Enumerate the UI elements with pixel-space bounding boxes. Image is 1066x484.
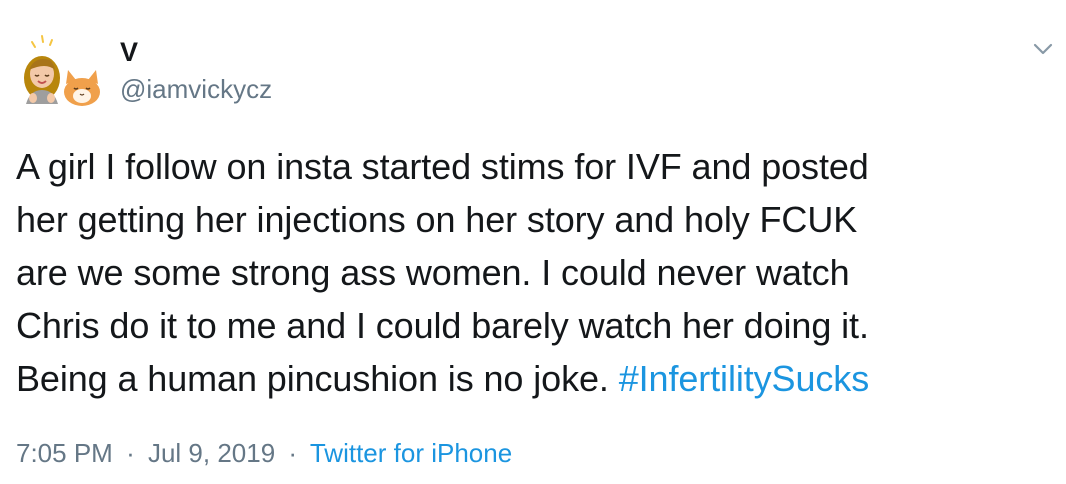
tweet-card: V @iamvickycz A girl I follow on insta s…: [0, 0, 1066, 484]
display-name[interactable]: V: [120, 37, 138, 67]
tweet-time[interactable]: 7:05 PM: [16, 438, 113, 468]
avatar[interactable]: [20, 34, 104, 110]
tweet-metadata: 7:05 PM · Jul 9, 2019 · Twitter for iPho…: [16, 436, 512, 470]
user-handle[interactable]: @iamvickycz: [120, 74, 272, 104]
tweet-date[interactable]: Jul 9, 2019: [148, 438, 275, 468]
tweet-line-last: Being a human pincushion is no joke. #In…: [16, 352, 1046, 405]
tweet-line: Chris do it to me and I could barely wat…: [16, 305, 869, 346]
meta-separator: ·: [288, 438, 298, 468]
tweet-source-link[interactable]: Twitter for iPhone: [310, 438, 512, 468]
tweet-line: her getting her injections on her story …: [16, 199, 858, 240]
tweet-text: A girl I follow on insta started stims f…: [16, 140, 1046, 405]
tweet-line-text: Being a human pincushion is no joke.: [16, 358, 619, 399]
chevron-down-icon[interactable]: [1028, 34, 1058, 64]
hashtag-link[interactable]: #InfertilitySucks: [619, 358, 869, 399]
meta-separator: ·: [126, 438, 135, 468]
tweet-line: A girl I follow on insta started stims f…: [16, 146, 869, 187]
memoji-avatar-icon: [24, 35, 100, 106]
tweet-line: are we some strong ass women. I could ne…: [16, 252, 850, 293]
